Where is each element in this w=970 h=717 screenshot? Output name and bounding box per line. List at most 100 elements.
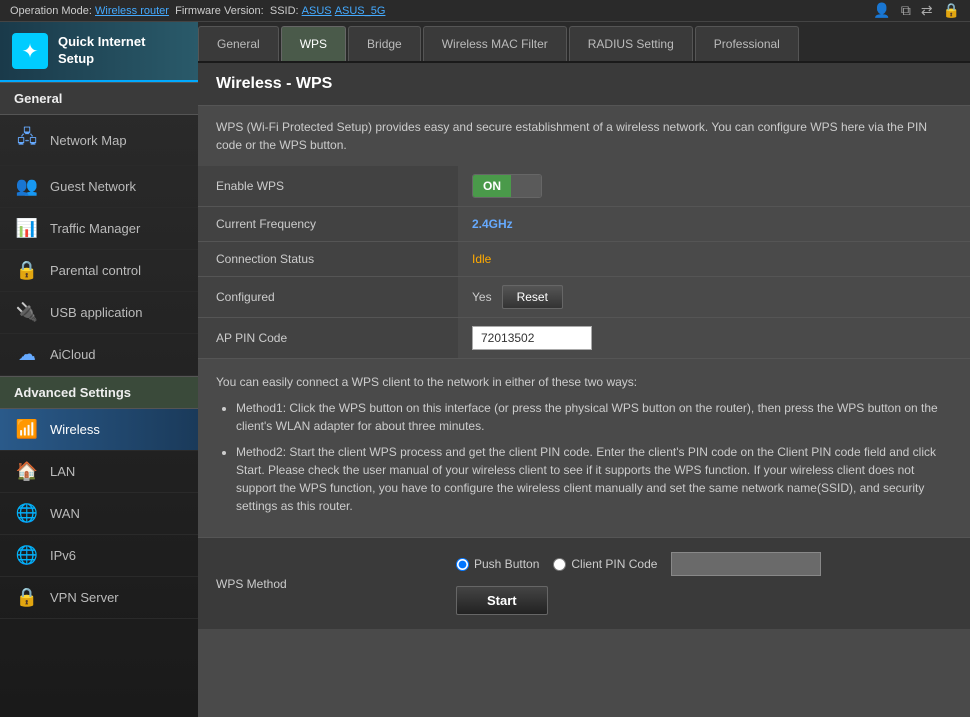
sidebar-item-label: Network Map <box>50 133 127 148</box>
enable-wps-toggle[interactable]: ON <box>472 174 542 198</box>
enable-wps-label: Enable WPS <box>198 166 458 206</box>
ssid-label: SSID: <box>270 5 299 17</box>
sidebar-item-label: Guest Network <box>50 179 136 194</box>
advanced-section-label: Advanced Settings <box>0 376 198 409</box>
vpn-icon: 🔒 <box>14 587 40 608</box>
sidebar-item-parental-control[interactable]: 🔒 Parental control <box>0 250 198 292</box>
sidebar-item-label: VPN Server <box>50 590 119 605</box>
row-current-frequency: Current Frequency 2.4GHz <box>198 207 970 242</box>
wps-footer: WPS Method Push Button Client PIN Code <box>198 537 970 629</box>
person-icon[interactable]: 👤 <box>873 2 890 19</box>
wps-method-label: WPS Method <box>216 577 436 591</box>
sidebar-item-label: Wireless <box>50 422 100 437</box>
start-button-row: Start <box>456 586 821 615</box>
configured-yes-text: Yes <box>472 290 492 304</box>
sidebar-item-lan[interactable]: 🏠 LAN <box>0 451 198 493</box>
tab-bar: General WPS Bridge Wireless MAC Filter R… <box>198 22 970 63</box>
ap-pin-code-label: AP PIN Code <box>198 318 458 358</box>
section-title: Wireless - WPS <box>198 63 970 106</box>
share-icon[interactable]: ⇄ <box>921 2 933 19</box>
lock-icon[interactable]: 🔒 <box>943 2 960 19</box>
tab-professional[interactable]: Professional <box>695 26 799 61</box>
connection-status-value: Idle <box>458 242 970 276</box>
idle-text: Idle <box>472 252 491 266</box>
tab-bridge[interactable]: Bridge <box>348 26 421 61</box>
toggle-on-text: ON <box>473 175 511 197</box>
sidebar-item-aicloud[interactable]: ☁ AiCloud <box>0 334 198 376</box>
ap-pin-code-input[interactable] <box>472 326 592 350</box>
row-connection-status: Connection Status Idle <box>198 242 970 277</box>
row-enable-wps: Enable WPS ON <box>198 166 970 207</box>
sidebar: ✦ Quick InternetSetup General 🖧 Network … <box>0 22 198 717</box>
content-area: Wireless - WPS WPS (Wi-Fi Protected Setu… <box>198 63 970 717</box>
enable-wps-value: ON <box>458 166 970 206</box>
sidebar-item-label: LAN <box>50 464 75 479</box>
traffic-manager-icon: 📊 <box>14 218 40 239</box>
ssid-asus5g-link[interactable]: ASUS_5G <box>335 5 386 17</box>
reset-button[interactable]: Reset <box>502 285 563 309</box>
wps-radio-row: Push Button Client PIN Code <box>456 552 821 576</box>
row-ap-pin-code: AP PIN Code <box>198 318 970 359</box>
sidebar-item-label: IPv6 <box>50 548 76 563</box>
sidebar-item-wireless[interactable]: 📶 Wireless <box>0 409 198 451</box>
start-button[interactable]: Start <box>456 586 548 615</box>
configured-value: Yes Reset <box>458 277 970 317</box>
methods-intro: You can easily connect a WPS client to t… <box>216 375 637 389</box>
ap-pin-code-value <box>458 318 970 358</box>
client-pin-code-label: Client PIN Code <box>571 557 657 571</box>
sidebar-item-label: WAN <box>50 506 80 521</box>
client-pin-code-radio[interactable] <box>553 558 566 571</box>
sidebar-item-vpn-server[interactable]: 🔒 VPN Server <box>0 577 198 619</box>
method-1: Method1: Click the WPS button on this in… <box>236 399 952 435</box>
wps-method-options: Push Button Client PIN Code Start <box>456 552 821 615</box>
push-button-label: Push Button <box>474 557 539 571</box>
sidebar-item-guest-network[interactable]: 👥 Guest Network <box>0 166 198 208</box>
sidebar-item-label: Parental control <box>50 263 141 278</box>
frequency-text: 2.4GHz <box>472 217 513 231</box>
guest-network-icon: 👥 <box>14 176 40 197</box>
method-2: Method2: Start the client WPS process an… <box>236 443 952 515</box>
sidebar-item-ipv6[interactable]: 🌐 IPv6 <box>0 535 198 577</box>
wireless-icon: 📶 <box>14 419 40 440</box>
sidebar-item-label: USB application <box>50 305 143 320</box>
operation-mode-link[interactable]: Wireless router <box>95 5 169 17</box>
general-section-label: General <box>0 82 198 115</box>
header-icons: 👤 ⧉ ⇄ 🔒 <box>873 2 960 19</box>
tab-radius-setting[interactable]: RADIUS Setting <box>569 26 693 61</box>
aicloud-icon: ☁ <box>14 344 40 365</box>
sidebar-item-network-map[interactable]: 🖧 Network Map <box>0 115 198 166</box>
client-pin-input[interactable] <box>671 552 821 576</box>
methods-list: Method1: Click the WPS button on this in… <box>236 399 952 515</box>
row-configured: Configured Yes Reset <box>198 277 970 318</box>
methods-section: You can easily connect a WPS client to t… <box>198 359 970 537</box>
sidebar-item-usb-application[interactable]: 🔌 USB application <box>0 292 198 334</box>
sidebar-item-label: AiCloud <box>50 347 96 362</box>
ssid-asus-link[interactable]: ASUS <box>302 5 332 17</box>
sidebar-item-wan[interactable]: 🌐 WAN <box>0 493 198 535</box>
main-content: General WPS Bridge Wireless MAC Filter R… <box>198 22 970 717</box>
push-button-radio[interactable] <box>456 558 469 571</box>
operation-mode-label: Operation Mode: <box>10 5 92 17</box>
copy-icon[interactable]: ⧉ <box>901 2 911 19</box>
main-layout: ✦ Quick InternetSetup General 🖧 Network … <box>0 22 970 717</box>
tab-wireless-mac-filter[interactable]: Wireless MAC Filter <box>423 26 567 61</box>
wan-icon: 🌐 <box>14 503 40 524</box>
tab-general[interactable]: General <box>198 26 279 61</box>
parental-control-icon: 🔒 <box>14 260 40 281</box>
connection-status-label: Connection Status <box>198 242 458 276</box>
sidebar-item-traffic-manager[interactable]: 📊 Traffic Manager <box>0 208 198 250</box>
push-button-option[interactable]: Push Button <box>456 557 539 571</box>
logo-text: Quick InternetSetup <box>58 34 145 68</box>
client-pin-code-option[interactable]: Client PIN Code <box>553 557 657 571</box>
description-text: WPS (Wi-Fi Protected Setup) provides eas… <box>198 106 970 166</box>
sidebar-logo[interactable]: ✦ Quick InternetSetup <box>0 22 198 82</box>
logo-icon: ✦ <box>12 33 48 69</box>
current-frequency-value: 2.4GHz <box>458 207 970 241</box>
usb-app-icon: 🔌 <box>14 302 40 323</box>
top-header: Operation Mode: Wireless router Firmware… <box>0 0 970 22</box>
firmware-label: Firmware Version: <box>175 5 264 17</box>
tab-wps[interactable]: WPS <box>281 26 346 61</box>
configured-label: Configured <box>198 277 458 317</box>
sidebar-item-label: Traffic Manager <box>50 221 140 236</box>
lan-icon: 🏠 <box>14 461 40 482</box>
